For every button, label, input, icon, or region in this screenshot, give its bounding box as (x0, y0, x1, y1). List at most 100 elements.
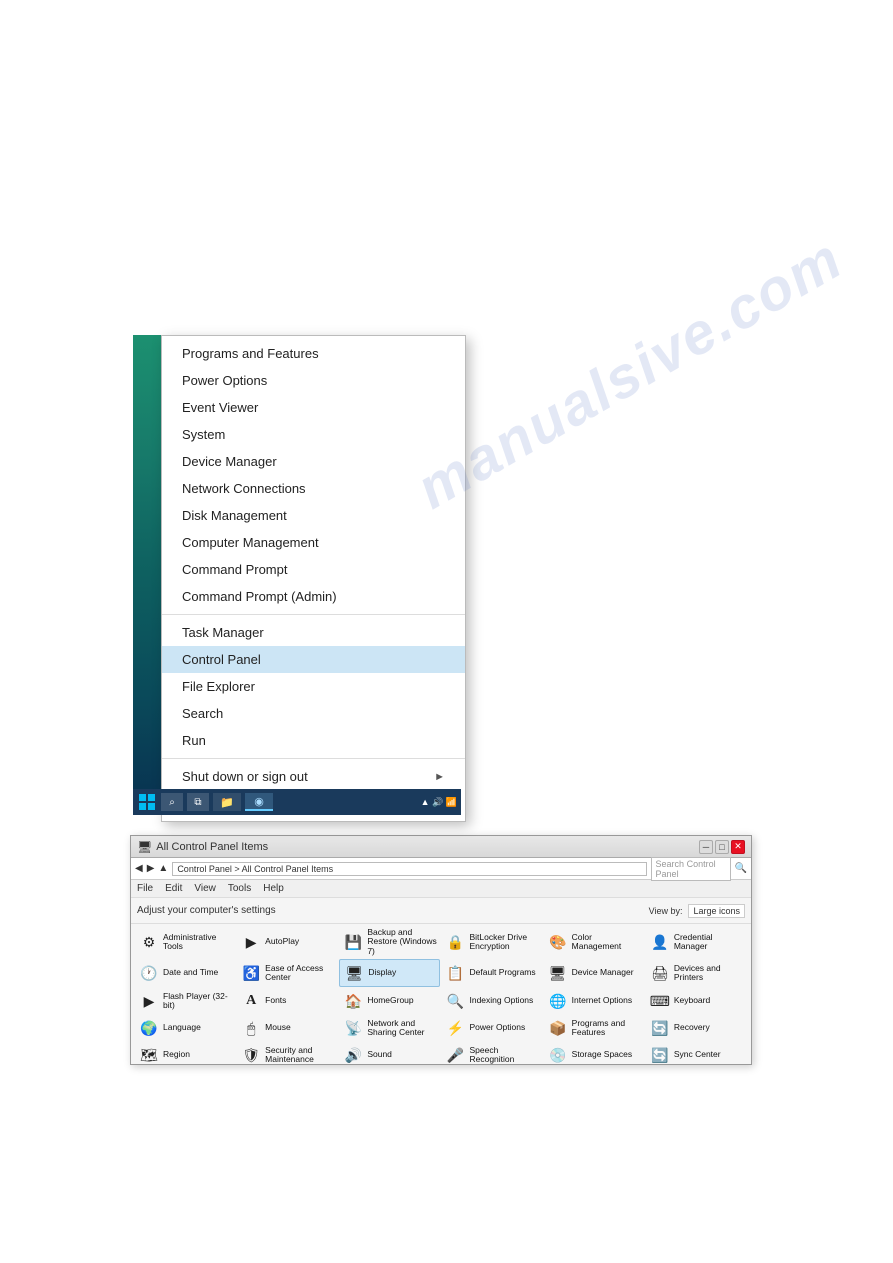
cp-item-security-maint[interactable]: 🛡 Security and Maintenance (237, 1042, 338, 1064)
menu-item-run[interactable]: Run (162, 727, 465, 754)
cp-item-homegroup[interactable]: 🏠 HomeGroup (339, 988, 440, 1014)
indexing-icon: 🔍 (444, 990, 466, 1012)
keyboard-label: Keyboard (674, 996, 710, 1005)
cp-maximize-btn[interactable]: □ (715, 840, 729, 854)
menu-file[interactable]: File (137, 883, 153, 894)
cp-item-sync[interactable]: 🔄 Sync Center (646, 1042, 747, 1064)
shutdown-label: Shut down or sign out (182, 769, 308, 784)
homegroup-label: HomeGroup (367, 996, 413, 1005)
arrow-icon: ► (434, 771, 445, 783)
menu-item-task-manager[interactable]: Task Manager (162, 619, 465, 646)
cp-item-sound[interactable]: 🔊 Sound (339, 1042, 440, 1064)
cp-item-device-mgr[interactable]: 🖥 Device Manager (544, 959, 645, 987)
internet-opts-icon: 🌐 (547, 990, 569, 1012)
cp-item-power-opts[interactable]: ⚡ Power Options (441, 1015, 542, 1041)
menu-help[interactable]: Help (263, 883, 284, 894)
cp-title-text: 🖥 All Control Panel Items (137, 840, 268, 854)
cp-item-internet-opts[interactable]: 🌐 Internet Options (544, 988, 645, 1014)
systray-icons: ▲ 🔊 📶 (421, 797, 457, 808)
sync-label: Sync Center (674, 1050, 721, 1059)
cp-item-backup[interactable]: 💾 Backup and Restore (Windows 7) (339, 926, 440, 958)
menu-item-network-connections[interactable]: Network Connections (162, 475, 465, 502)
menu-item-command-prompt[interactable]: Command Prompt (162, 556, 465, 583)
cp-address-bar[interactable]: ◀ ▶ ▲ Control Panel > All Control Panel … (131, 858, 751, 880)
autoplay-icon: ▶ (240, 931, 262, 953)
cp-item-language[interactable]: 🌍 Language (135, 1015, 236, 1041)
date-time-icon: 🕐 (138, 962, 160, 984)
cp-item-flash[interactable]: ▶ Flash Player (32-bit) (135, 988, 236, 1014)
menu-item-event-viewer[interactable]: Event Viewer (162, 394, 465, 421)
cp-item-mouse[interactable]: 🖱 Mouse (237, 1015, 338, 1041)
cp-item-storage[interactable]: 💿 Storage Spaces (544, 1042, 645, 1064)
cp-item-color-mgmt[interactable]: 🎨 Color Management (544, 926, 645, 958)
menu-tools[interactable]: Tools (228, 883, 251, 894)
region-icon: 🗺 (138, 1044, 160, 1064)
cp-item-programs-feats[interactable]: 📦 Programs and Features (544, 1015, 645, 1041)
menu-item-device-manager[interactable]: Device Manager (162, 448, 465, 475)
menu-item-shutdown[interactable]: Shut down or sign out ► (162, 763, 465, 790)
speech-icon: 🎤 (444, 1044, 466, 1064)
security-maint-icon: 🛡 (240, 1044, 262, 1064)
adjust-label: Adjust your computer's settings (137, 905, 276, 916)
cp-item-recovery[interactable]: 🔄 Recovery (646, 1015, 747, 1041)
cp-item-display[interactable]: 🖥 Display (339, 959, 440, 987)
menu-item-computer-management[interactable]: Computer Management (162, 529, 465, 556)
menu-item-power-options[interactable]: Power Options (162, 367, 465, 394)
cp-item-keyboard[interactable]: ⌨ Keyboard (646, 988, 747, 1014)
cp-item-autoplay[interactable]: ▶ AutoPlay (237, 926, 338, 958)
menu-item-programs-features[interactable]: Programs and Features (162, 340, 465, 367)
bitlocker-label: BitLocker Drive Encryption (469, 933, 539, 952)
menu-item-command-prompt-admin[interactable]: Command Prompt (Admin) (162, 583, 465, 610)
keyboard-icon: ⌨ (649, 990, 671, 1012)
menu-item-disk-management[interactable]: Disk Management (162, 502, 465, 529)
menu-view[interactable]: View (194, 883, 216, 894)
view-by-selector[interactable]: Large icons (688, 904, 745, 918)
menu-item-search[interactable]: Search (162, 700, 465, 727)
autoplay-label: AutoPlay (265, 937, 299, 946)
taskbar-task-view-btn[interactable]: ⧉ (187, 793, 209, 811)
programs-feats-icon: 📦 (547, 1017, 569, 1039)
address-input[interactable]: Control Panel > All Control Panel Items (172, 862, 646, 876)
cp-item-speech[interactable]: 🎤 Speech Recognition (441, 1042, 542, 1064)
cp-item-ease-access[interactable]: ♿ Ease of Access Center (237, 959, 338, 987)
network-sharing-icon: 📡 (342, 1017, 364, 1039)
cp-item-date-time[interactable]: 🕐 Date and Time (135, 959, 236, 987)
menu-item-file-explorer[interactable]: File Explorer (162, 673, 465, 700)
file-explorer-icon: 📁 (220, 796, 234, 809)
menu-item-control-panel[interactable]: Control Panel (162, 646, 465, 673)
cp-item-credential-mgr[interactable]: 👤 Credential Manager (646, 926, 747, 958)
internet-opts-label: Internet Options (572, 996, 632, 1005)
cp-item-bitlocker[interactable]: 🔒 BitLocker Drive Encryption (441, 926, 542, 958)
cp-item-fonts[interactable]: A Fonts (237, 988, 338, 1014)
ease-access-icon: ♿ (240, 962, 262, 984)
taskbar-app-btn-1[interactable]: 📁 (213, 793, 241, 811)
menu-item-system[interactable]: System (162, 421, 465, 448)
programs-feats-label: Programs and Features (572, 1019, 642, 1038)
recovery-icon: 🔄 (649, 1017, 671, 1039)
cp-item-indexing[interactable]: 🔍 Indexing Options (441, 988, 542, 1014)
taskbar-start[interactable] (137, 792, 157, 812)
cp-item-admin-tools[interactable]: ⚙ Administrative Tools (135, 926, 236, 958)
taskbar-app-btn-2[interactable]: ◉ (245, 793, 273, 811)
region-label: Region (163, 1050, 190, 1059)
sound-label: Sound (367, 1050, 392, 1059)
language-icon: 🌍 (138, 1017, 160, 1039)
device-mgr-label: Device Manager (572, 968, 634, 977)
menu-edit[interactable]: Edit (165, 883, 182, 894)
forward-icon[interactable]: ▶ (147, 863, 155, 874)
search-btn-icon[interactable]: 🔍 (735, 863, 747, 874)
cp-item-devices-printers[interactable]: 🖨 Devices and Printers (646, 959, 747, 987)
fonts-icon: A (240, 990, 262, 1012)
sidebar-strip (133, 335, 161, 815)
search-input[interactable]: Search Control Panel (651, 857, 731, 881)
taskbar-search-btn[interactable]: ⌕ (161, 793, 183, 811)
cp-item-network-sharing[interactable]: 📡 Network and Sharing Center (339, 1015, 440, 1041)
cp-item-region[interactable]: 🗺 Region (135, 1042, 236, 1064)
cp-minimize-btn[interactable]: ─ (699, 840, 713, 854)
ease-access-label: Ease of Access Center (265, 964, 335, 983)
fonts-label: Fonts (265, 996, 286, 1005)
back-icon[interactable]: ◀ (135, 863, 143, 874)
cp-close-btn[interactable]: ✕ (731, 840, 745, 854)
cp-item-default-progs[interactable]: 📋 Default Programs (441, 959, 542, 987)
up-icon[interactable]: ▲ (158, 863, 168, 874)
